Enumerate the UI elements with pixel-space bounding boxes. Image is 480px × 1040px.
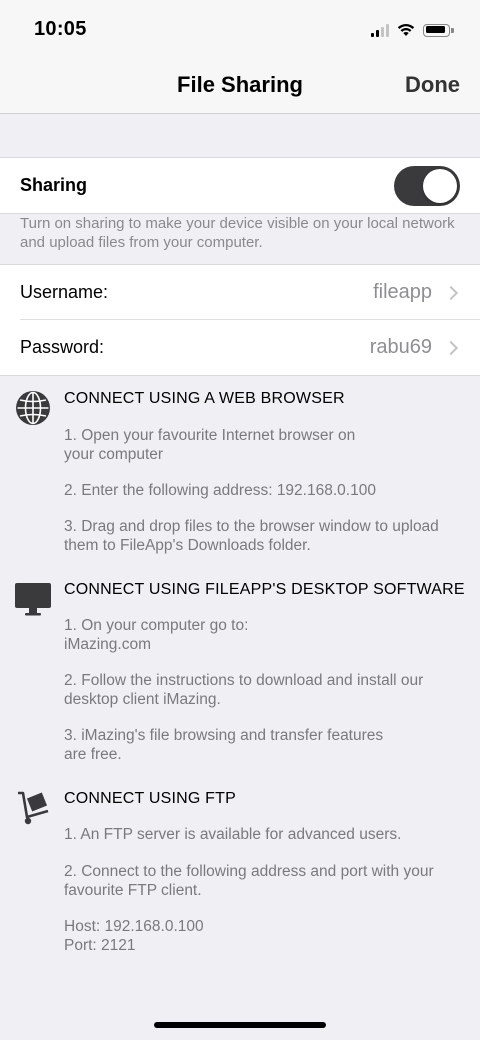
- battery-icon: [423, 23, 454, 37]
- password-row[interactable]: Password: rabu69: [0, 320, 480, 375]
- section-title: CONNECT USING A WEB BROWSER: [64, 390, 345, 407]
- password-value: rabu69: [369, 336, 432, 358]
- step-text: 2. Follow the instructions to download a…: [64, 672, 424, 708]
- step-text: 3. Drag and drop files to the browser wi…: [64, 518, 439, 554]
- password-label: Password:: [20, 337, 105, 357]
- sharing-toggle[interactable]: [394, 165, 460, 206]
- toggle-knob: [423, 168, 457, 203]
- hand-truck-icon: [18, 791, 49, 825]
- wifi-icon: [397, 23, 415, 36]
- status-bar: 10:05: [0, 0, 480, 58]
- sharing-footnote: Turn on sharing to make your device visi…: [20, 215, 455, 251]
- username-row[interactable]: Username: fileapp: [0, 265, 480, 320]
- cellular-signal-icon: [371, 23, 389, 37]
- username-value: fileapp: [373, 281, 432, 303]
- sharing-label: Sharing: [20, 175, 88, 195]
- chevron-right-icon: [443, 340, 459, 355]
- step-text: 1. Open your favourite Internet browser …: [64, 427, 356, 463]
- step-text: Host: 192.168.0.100 Port: 2121: [64, 918, 204, 954]
- status-time: 10:05: [34, 18, 87, 40]
- username-label: Username:: [20, 282, 109, 302]
- globe-icon: [16, 391, 50, 425]
- home-indicator: [154, 1022, 326, 1028]
- credentials-group: Username: fileapp Password: rabu69: [0, 264, 480, 376]
- step-text: 1. An FTP server is available for advanc…: [64, 826, 402, 843]
- navigation-bar: File Sharing Done: [0, 58, 480, 114]
- done-button[interactable]: Done: [405, 72, 460, 98]
- step-text: 2. Enter the following address: 192.168.…: [64, 482, 376, 499]
- step-text: 3. iMazing's file browsing and transfer …: [64, 727, 384, 763]
- step-text: 2. Connect to the following address and …: [64, 863, 434, 899]
- chevron-right-icon: [443, 285, 459, 300]
- sharing-group: Sharing: [0, 157, 480, 214]
- status-icons: [371, 22, 454, 38]
- desktop-monitor-icon: [15, 583, 51, 616]
- sharing-row: Sharing: [0, 158, 480, 213]
- section-title: CONNECT USING FTP: [64, 790, 237, 807]
- section-title: CONNECT USING FILEAPP'S DESKTOP SOFTWARE: [64, 581, 465, 598]
- step-text: 1. On your computer go to: iMazing.com: [64, 617, 249, 653]
